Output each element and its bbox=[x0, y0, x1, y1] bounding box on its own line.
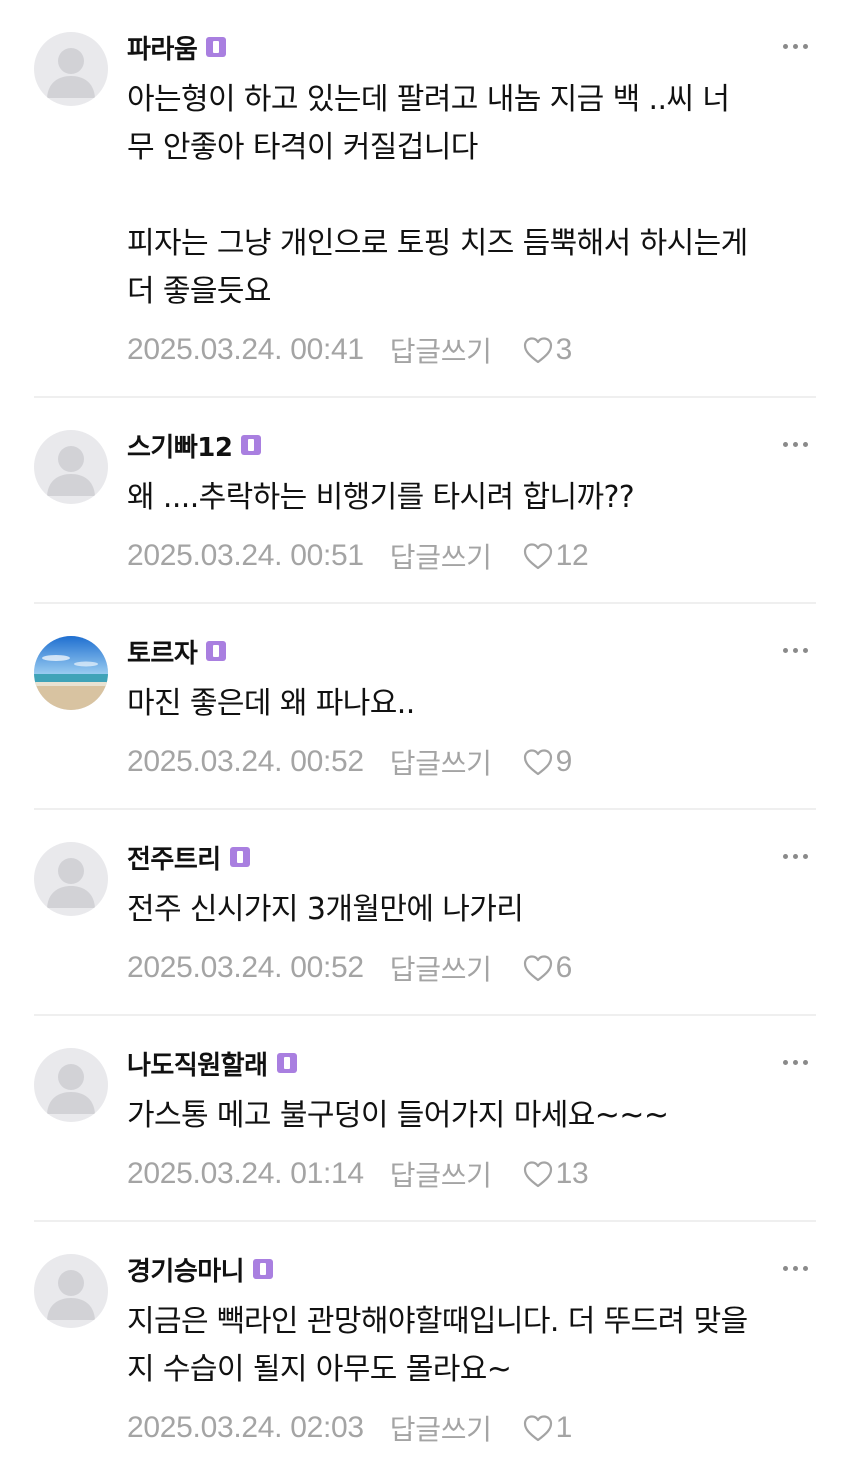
author-row: 나도직원할래 bbox=[127, 1045, 816, 1082]
level-one-icon bbox=[248, 439, 255, 451]
author-name[interactable]: 경기승마니 bbox=[127, 1251, 245, 1288]
avatar[interactable] bbox=[34, 430, 108, 504]
comment-date: 2025.03.24. 00:41 bbox=[127, 333, 364, 366]
heart-icon bbox=[523, 1161, 552, 1188]
comment-text: 지금은 빽라인 관망해야할때입니다. 더 뚜드려 맞을 지 수습이 될지 아무도… bbox=[127, 1304, 748, 1387]
author-row: 파라움 bbox=[127, 29, 816, 66]
like-count: 6 bbox=[555, 951, 573, 984]
author-name[interactable]: 나도직원할래 bbox=[127, 1045, 268, 1082]
reply-button[interactable]: 답글쓰기 bbox=[390, 330, 492, 370]
like-button[interactable]: 13 bbox=[522, 1157, 589, 1191]
comment-item: 토르자 마진 좋은데 왜 파나요.. 2025.03.24. 00:52 답글쓰… bbox=[34, 604, 816, 810]
comment-date: 2025.03.24. 00:52 bbox=[127, 745, 364, 778]
like-button[interactable]: 9 bbox=[522, 745, 572, 779]
comment-text: 왜 ....추락하는 비행기를 타시려 합니까?? bbox=[127, 480, 635, 515]
member-level-badge bbox=[241, 435, 262, 455]
comment-text: 가스통 메고 불구덩이 들어가지 마세요~~~ bbox=[127, 1098, 669, 1133]
level-one-icon bbox=[213, 41, 220, 53]
comment-text: 전주 신시가지 3개월만에 나가리 bbox=[127, 892, 524, 927]
comment-item: 경기승마니 지금은 빽라인 관망해야할때입니다. 더 뚜드려 맞을 지 수습이 … bbox=[34, 1222, 816, 1448]
comment-list: 파라움 아는형이 하고 있는데 팔려고 내놈 지금 백 ..씨 너 무 안좋아 … bbox=[0, 0, 850, 1448]
member-level-badge bbox=[206, 37, 227, 57]
level-one-icon bbox=[283, 1057, 290, 1069]
member-level-badge bbox=[276, 1053, 297, 1073]
comment-meta: 2025.03.24. 00:51 답글쓰기 12 bbox=[127, 536, 816, 576]
author-name[interactable]: 파라움 bbox=[127, 29, 198, 66]
author-name[interactable]: 전주트리 bbox=[127, 839, 221, 876]
comment-item: 파라움 아는형이 하고 있는데 팔려고 내놈 지금 백 ..씨 너 무 안좋아 … bbox=[34, 0, 816, 398]
author-name[interactable]: 토르자 bbox=[127, 633, 198, 670]
comment-meta: 2025.03.24. 00:52 답글쓰기 9 bbox=[127, 742, 816, 782]
heart-icon bbox=[523, 543, 552, 570]
heart-icon bbox=[523, 749, 552, 776]
comment-body: 토르자 마진 좋은데 왜 파나요.. 2025.03.24. 00:52 답글쓰… bbox=[127, 634, 816, 782]
reply-button[interactable]: 답글쓰기 bbox=[390, 536, 492, 576]
like-count: 12 bbox=[555, 539, 589, 572]
avatar[interactable] bbox=[34, 1048, 108, 1122]
level-one-icon bbox=[213, 645, 220, 657]
heart-icon bbox=[523, 337, 552, 364]
reply-button[interactable]: 답글쓰기 bbox=[390, 948, 492, 988]
comment-meta: 2025.03.24. 00:41 답글쓰기 3 bbox=[127, 330, 816, 370]
comment-text: 마진 좋은데 왜 파나요.. bbox=[127, 686, 415, 721]
like-button[interactable]: 3 bbox=[522, 333, 572, 367]
comment-date: 2025.03.24. 00:52 bbox=[127, 951, 364, 984]
comment-meta: 2025.03.24. 00:52 답글쓰기 6 bbox=[127, 948, 816, 988]
level-one-icon bbox=[260, 1263, 267, 1275]
reply-button[interactable]: 답글쓰기 bbox=[390, 1408, 492, 1448]
member-level-badge bbox=[206, 641, 227, 661]
comment-date: 2025.03.24. 00:51 bbox=[127, 539, 364, 572]
avatar[interactable] bbox=[34, 1254, 108, 1328]
avatar[interactable] bbox=[34, 32, 108, 106]
member-level-badge bbox=[229, 847, 250, 867]
comment-item: 나도직원할래 가스통 메고 불구덩이 들어가지 마세요~~~ 2025.03.2… bbox=[34, 1016, 816, 1222]
avatar[interactable] bbox=[34, 636, 108, 710]
more-options-icon[interactable] bbox=[783, 1054, 808, 1071]
like-count: 3 bbox=[555, 333, 573, 366]
comment-body: 전주트리 전주 신시가지 3개월만에 나가리 2025.03.24. 00:52… bbox=[127, 840, 816, 988]
member-level-badge bbox=[253, 1259, 274, 1279]
comment-text: 아는형이 하고 있는데 팔려고 내놈 지금 백 ..씨 너 무 안좋아 타격이 … bbox=[127, 82, 748, 309]
comment-item: 스기빠12 왜 ....추락하는 비행기를 타시려 합니까?? 2025.03.… bbox=[34, 398, 816, 604]
like-button[interactable]: 12 bbox=[522, 539, 589, 573]
heart-icon bbox=[523, 955, 552, 982]
comment-body: 스기빠12 왜 ....추락하는 비행기를 타시려 합니까?? 2025.03.… bbox=[127, 428, 816, 576]
like-count: 9 bbox=[555, 745, 573, 778]
comment-body: 나도직원할래 가스통 메고 불구덩이 들어가지 마세요~~~ 2025.03.2… bbox=[127, 1046, 816, 1194]
avatar[interactable] bbox=[34, 842, 108, 916]
like-button[interactable]: 1 bbox=[522, 1411, 572, 1445]
author-row: 전주트리 bbox=[127, 839, 816, 876]
level-one-icon bbox=[236, 851, 243, 863]
like-button[interactable]: 6 bbox=[522, 951, 572, 985]
heart-icon bbox=[523, 1415, 552, 1442]
author-row: 경기승마니 bbox=[127, 1251, 816, 1288]
author-row: 스기빠12 bbox=[127, 427, 816, 464]
comment-date: 2025.03.24. 02:03 bbox=[127, 1411, 364, 1444]
more-options-icon[interactable] bbox=[783, 1260, 808, 1277]
comment-body: 경기승마니 지금은 빽라인 관망해야할때입니다. 더 뚜드려 맞을 지 수습이 … bbox=[127, 1252, 816, 1448]
comment-meta: 2025.03.24. 02:03 답글쓰기 1 bbox=[127, 1408, 816, 1448]
reply-button[interactable]: 답글쓰기 bbox=[390, 1154, 492, 1194]
more-options-icon[interactable] bbox=[783, 848, 808, 865]
like-count: 13 bbox=[555, 1157, 589, 1190]
more-options-icon[interactable] bbox=[783, 642, 808, 659]
comment-item: 전주트리 전주 신시가지 3개월만에 나가리 2025.03.24. 00:52… bbox=[34, 810, 816, 1016]
comment-date: 2025.03.24. 01:14 bbox=[127, 1157, 364, 1190]
more-options-icon[interactable] bbox=[783, 436, 808, 453]
more-options-icon[interactable] bbox=[783, 38, 808, 55]
author-row: 토르자 bbox=[127, 633, 816, 670]
like-count: 1 bbox=[555, 1411, 573, 1444]
comment-body: 파라움 아는형이 하고 있는데 팔려고 내놈 지금 백 ..씨 너 무 안좋아 … bbox=[127, 30, 816, 370]
author-name[interactable]: 스기빠12 bbox=[127, 427, 233, 464]
reply-button[interactable]: 답글쓰기 bbox=[390, 742, 492, 782]
comment-meta: 2025.03.24. 01:14 답글쓰기 13 bbox=[127, 1154, 816, 1194]
